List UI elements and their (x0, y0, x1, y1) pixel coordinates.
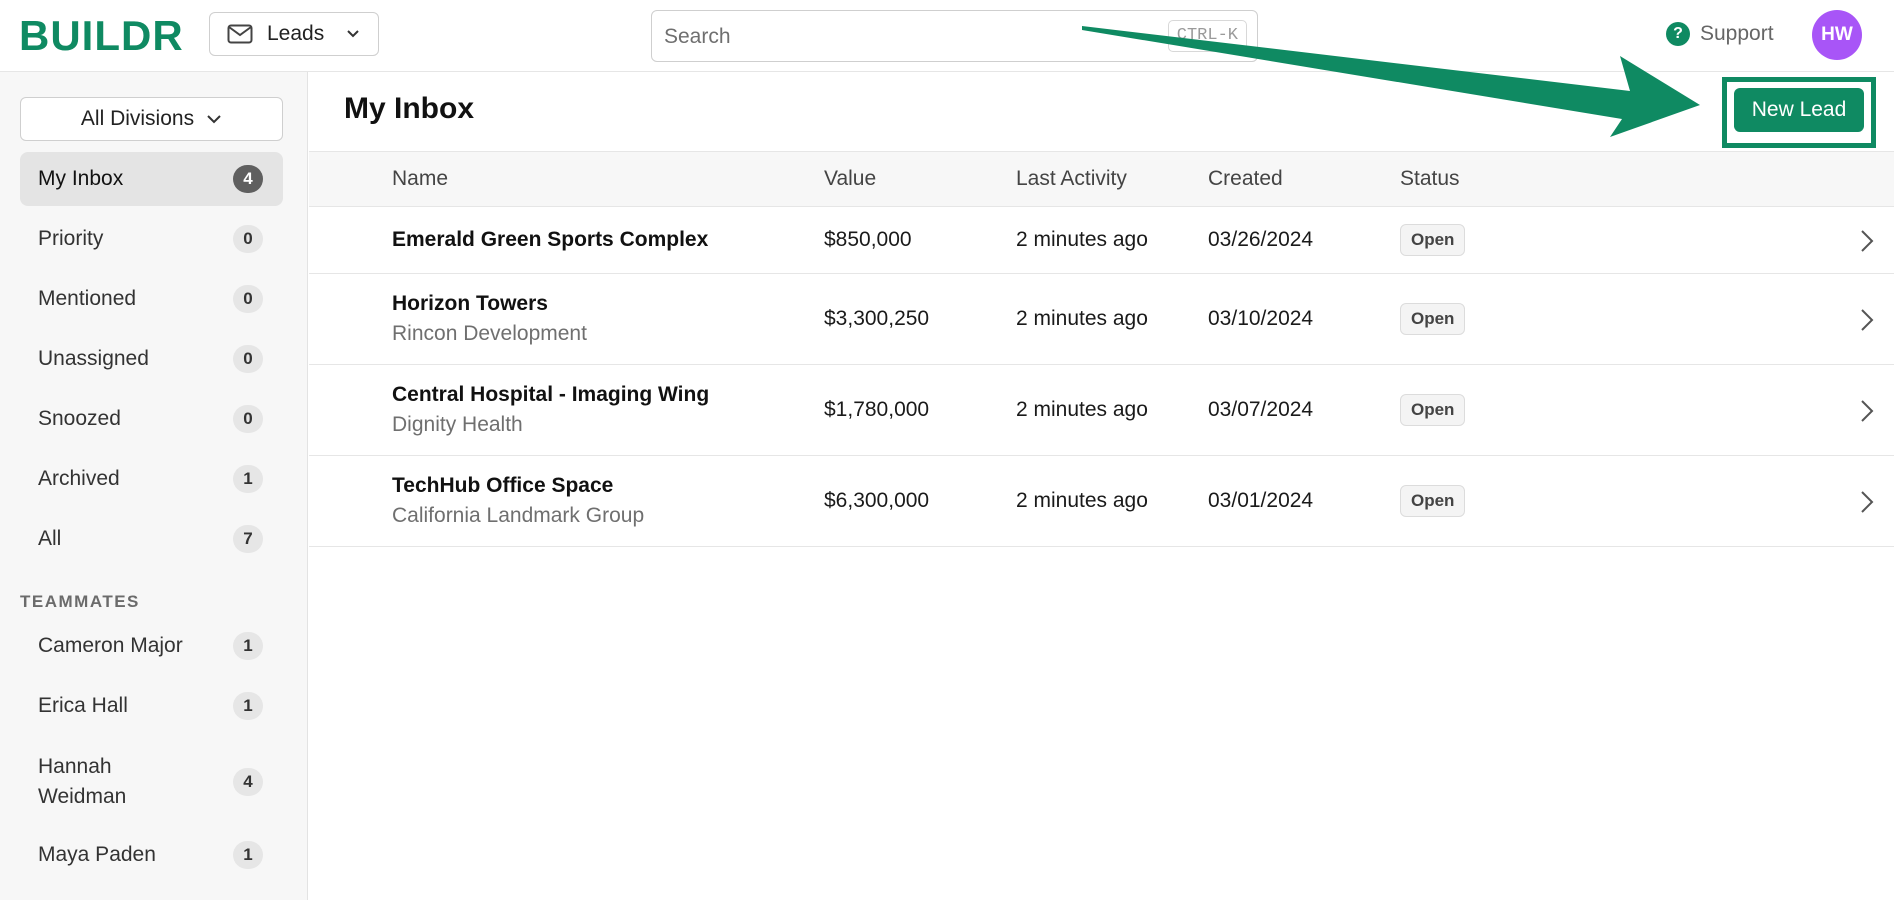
module-switcher-button[interactable]: Leads (209, 12, 379, 56)
table-row[interactable]: Central Hospital - Imaging Wing Dignity … (309, 365, 1894, 456)
count-badge: 7 (233, 525, 263, 553)
support-label: Support (1700, 22, 1774, 45)
lead-created: 03/10/2024 (1208, 307, 1314, 330)
lead-created: 03/07/2024 (1208, 398, 1314, 421)
lead-value: $1,780,000 (824, 398, 930, 421)
count-badge: 0 (233, 405, 263, 433)
status-badge: Open (1400, 303, 1466, 335)
count-badge: 4 (233, 165, 263, 193)
sidebar: All Divisions My Inbox 4 Priority 0 Ment… (0, 72, 308, 900)
lead-name: Horizon Towers (392, 292, 548, 315)
sidebar-item-all[interactable]: All 7 (20, 512, 283, 566)
lead-last-activity: 2 minutes ago (1016, 489, 1148, 512)
chevron-right-icon (1861, 491, 1874, 513)
sidebar-item-archived[interactable]: Archived 1 (20, 452, 283, 506)
module-switcher-label: Leads (267, 22, 325, 45)
count-badge: 1 (233, 841, 263, 869)
top-bar: BUILDR Leads Search CTRL-K ? Support HW (0, 0, 1894, 72)
sidebar-item-label: Hannah Weidman (38, 755, 127, 808)
status-badge: Open (1400, 394, 1466, 426)
search-input[interactable]: Search CTRL-K (651, 10, 1258, 62)
sidebar-item-cameron-major[interactable]: Cameron Major 1 (20, 619, 283, 673)
column-header-last-activity[interactable]: Last Activity (1016, 167, 1127, 191)
status-badge: Open (1400, 224, 1466, 256)
chevron-right-icon (1861, 230, 1874, 252)
table-row[interactable]: Horizon Towers Rincon Development $3,300… (309, 274, 1894, 365)
column-header-status[interactable]: Status (1400, 167, 1460, 191)
sidebar-item-label: All (38, 527, 62, 550)
sidebar-item-snoozed[interactable]: Snoozed 0 (20, 392, 283, 446)
sidebar-item-priority[interactable]: Priority 0 (20, 212, 283, 266)
status-badge: Open (1400, 485, 1466, 517)
column-header-value[interactable]: Value (824, 167, 876, 191)
count-badge: 1 (233, 632, 263, 660)
sidebar-item-my-inbox[interactable]: My Inbox 4 (20, 152, 283, 206)
search-shortcut-hint: CTRL-K (1167, 20, 1247, 52)
new-lead-button[interactable]: New Lead (1734, 88, 1864, 132)
sidebar-item-unassigned[interactable]: Unassigned 0 (20, 332, 283, 386)
count-badge: 0 (233, 345, 263, 373)
division-selector[interactable]: All Divisions (20, 97, 283, 141)
search-placeholder: Search (664, 25, 731, 48)
sidebar-item-label: Unassigned (38, 347, 149, 370)
user-avatar[interactable]: HW (1812, 10, 1862, 60)
page-title: My Inbox (344, 92, 475, 125)
teammates-heading: TEAMMATES (20, 592, 140, 611)
sidebar-item-label: Erica Hall (38, 694, 128, 717)
chevron-down-icon (347, 30, 359, 38)
chevron-right-icon (1861, 400, 1874, 422)
avatar-initials: HW (1821, 24, 1853, 45)
lead-name: Central Hospital - Imaging Wing (392, 383, 710, 406)
table-header: Name Value Last Activity Created Status (309, 151, 1894, 207)
sidebar-item-label: Maya Paden (38, 843, 156, 866)
lead-last-activity: 2 minutes ago (1016, 307, 1148, 330)
chevron-down-icon (207, 115, 221, 124)
count-badge: 0 (233, 285, 263, 313)
lead-company: California Landmark Group (392, 504, 645, 527)
sidebar-item-label: My Inbox (38, 167, 124, 190)
support-link[interactable]: ? Support (1666, 22, 1774, 46)
lead-created: 03/01/2024 (1208, 489, 1314, 512)
sidebar-item-label: Priority (38, 227, 104, 250)
sidebar-item-label: Cameron Major (38, 634, 183, 657)
sidebar-item-label: Mentioned (38, 287, 137, 310)
lead-value: $850,000 (824, 228, 912, 251)
sidebar-item-label: Archived (38, 467, 120, 490)
chevron-right-icon (1861, 309, 1874, 331)
mail-icon (227, 24, 253, 44)
app-logo[interactable]: BUILDR (19, 12, 184, 60)
table-row[interactable]: Emerald Green Sports Complex $850,000 2 … (309, 207, 1894, 274)
lead-name: TechHub Office Space (392, 474, 614, 497)
lead-name: Emerald Green Sports Complex (392, 228, 709, 251)
help-icon: ? (1666, 22, 1690, 46)
lead-company: Rincon Development (392, 322, 587, 345)
column-header-created[interactable]: Created (1208, 167, 1283, 191)
lead-last-activity: 2 minutes ago (1016, 398, 1148, 421)
count-badge: 4 (233, 768, 263, 796)
sidebar-item-mentioned[interactable]: Mentioned 0 (20, 272, 283, 326)
count-badge: 0 (233, 225, 263, 253)
column-header-name[interactable]: Name (392, 167, 448, 191)
main-content: My Inbox New Lead Name Value Last Activi… (309, 72, 1894, 900)
lead-last-activity: 2 minutes ago (1016, 228, 1148, 251)
division-selector-label: All Divisions (80, 107, 195, 130)
sidebar-item-maya-paden[interactable]: Maya Paden 1 (20, 828, 283, 882)
sidebar-item-erica-hall[interactable]: Erica Hall 1 (20, 679, 283, 733)
count-badge: 1 (233, 465, 263, 493)
table-row[interactable]: TechHub Office Space California Landmark… (309, 456, 1894, 547)
sidebar-item-hannah-weidman[interactable]: Hannah Weidman 4 (20, 744, 283, 820)
lead-value: $3,300,250 (824, 307, 930, 330)
lead-company: Dignity Health (392, 413, 523, 436)
lead-created: 03/26/2024 (1208, 228, 1314, 251)
count-badge: 1 (233, 692, 263, 720)
sidebar-item-label: Snoozed (38, 407, 121, 430)
lead-value: $6,300,000 (824, 489, 930, 512)
